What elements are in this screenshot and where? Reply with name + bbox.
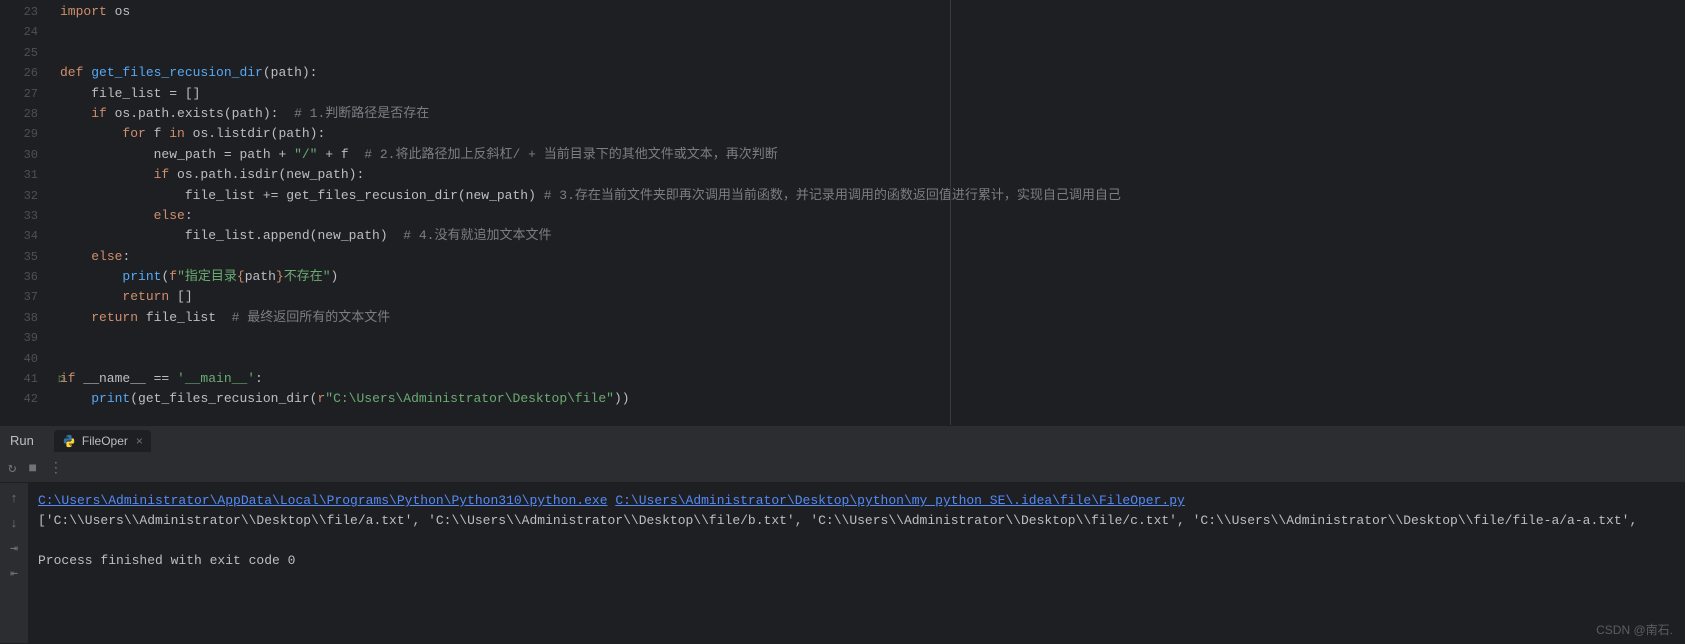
script-path-link[interactable]: C:\Users\Administrator\Desktop\python\my… [615, 493, 1185, 508]
line-number[interactable]: 41 ▷ [0, 369, 48, 389]
line-number[interactable]: 40 [0, 349, 48, 369]
tab-label: FileOper [82, 434, 128, 448]
line-number[interactable]: 26 [0, 63, 48, 83]
line-number[interactable]: 30 [0, 145, 48, 165]
line-number[interactable]: 42 [0, 389, 48, 409]
line-number[interactable]: 33 [0, 206, 48, 226]
run-panel-header: Run FileOper × [0, 425, 1685, 455]
console-gutter: ↑ ↓ ⇥ ⇤ [0, 483, 28, 643]
line-number[interactable]: 29 [0, 124, 48, 144]
line-number[interactable]: 27 [0, 84, 48, 104]
line-number[interactable]: 24 [0, 22, 48, 42]
line-number[interactable]: 36 [0, 267, 48, 287]
console-area: ↑ ↓ ⇥ ⇤ C:\Users\Administrator\AppData\L… [0, 483, 1685, 643]
panel-title[interactable]: Run [10, 433, 34, 448]
scroll-to-end-icon[interactable]: ⇤ [10, 566, 18, 581]
scroll-down-icon[interactable]: ↓ [10, 516, 18, 531]
rerun-icon[interactable]: ↻ [8, 460, 16, 477]
exit-code-line: Process finished with exit code 0 [38, 551, 1675, 571]
margin-line [950, 0, 951, 425]
line-number[interactable]: 32 [0, 186, 48, 206]
code-area[interactable]: import os def get_files_recusion_dir(pat… [48, 0, 1685, 425]
gutter: 23 24 25 26 27 28 29 30 31 32 33 34 35 3… [0, 0, 48, 425]
line-number[interactable]: 38 [0, 308, 48, 328]
line-number[interactable]: 37 [0, 287, 48, 307]
line-number[interactable]: 35 [0, 247, 48, 267]
python-icon [62, 434, 76, 448]
scroll-up-icon[interactable]: ↑ [10, 491, 18, 506]
line-number[interactable]: 39 [0, 328, 48, 348]
editor-area: 23 24 25 26 27 28 29 30 31 32 33 34 35 3… [0, 0, 1685, 425]
stop-icon[interactable]: ■ [28, 461, 36, 477]
watermark: CSDN @南石. [1596, 621, 1673, 638]
line-number[interactable]: 25 [0, 43, 48, 63]
line-number[interactable]: 28 [0, 104, 48, 124]
output-line: ['C:\\Users\\Administrator\\Desktop\\fil… [38, 511, 1675, 531]
console-output[interactable]: C:\Users\Administrator\AppData\Local\Pro… [28, 483, 1685, 643]
close-icon[interactable]: × [136, 434, 143, 448]
line-number[interactable]: 23 [0, 2, 48, 22]
line-number[interactable]: 34 [0, 226, 48, 246]
line-number[interactable]: 31 [0, 165, 48, 185]
soft-wrap-icon[interactable]: ⇥ [10, 541, 18, 556]
python-path-link[interactable]: C:\Users\Administrator\AppData\Local\Pro… [38, 493, 608, 508]
run-config-tab[interactable]: FileOper × [54, 430, 151, 452]
more-icon[interactable]: ⋮ [49, 460, 63, 477]
run-toolbar: ↻ ■ ⋮ [0, 455, 1685, 483]
